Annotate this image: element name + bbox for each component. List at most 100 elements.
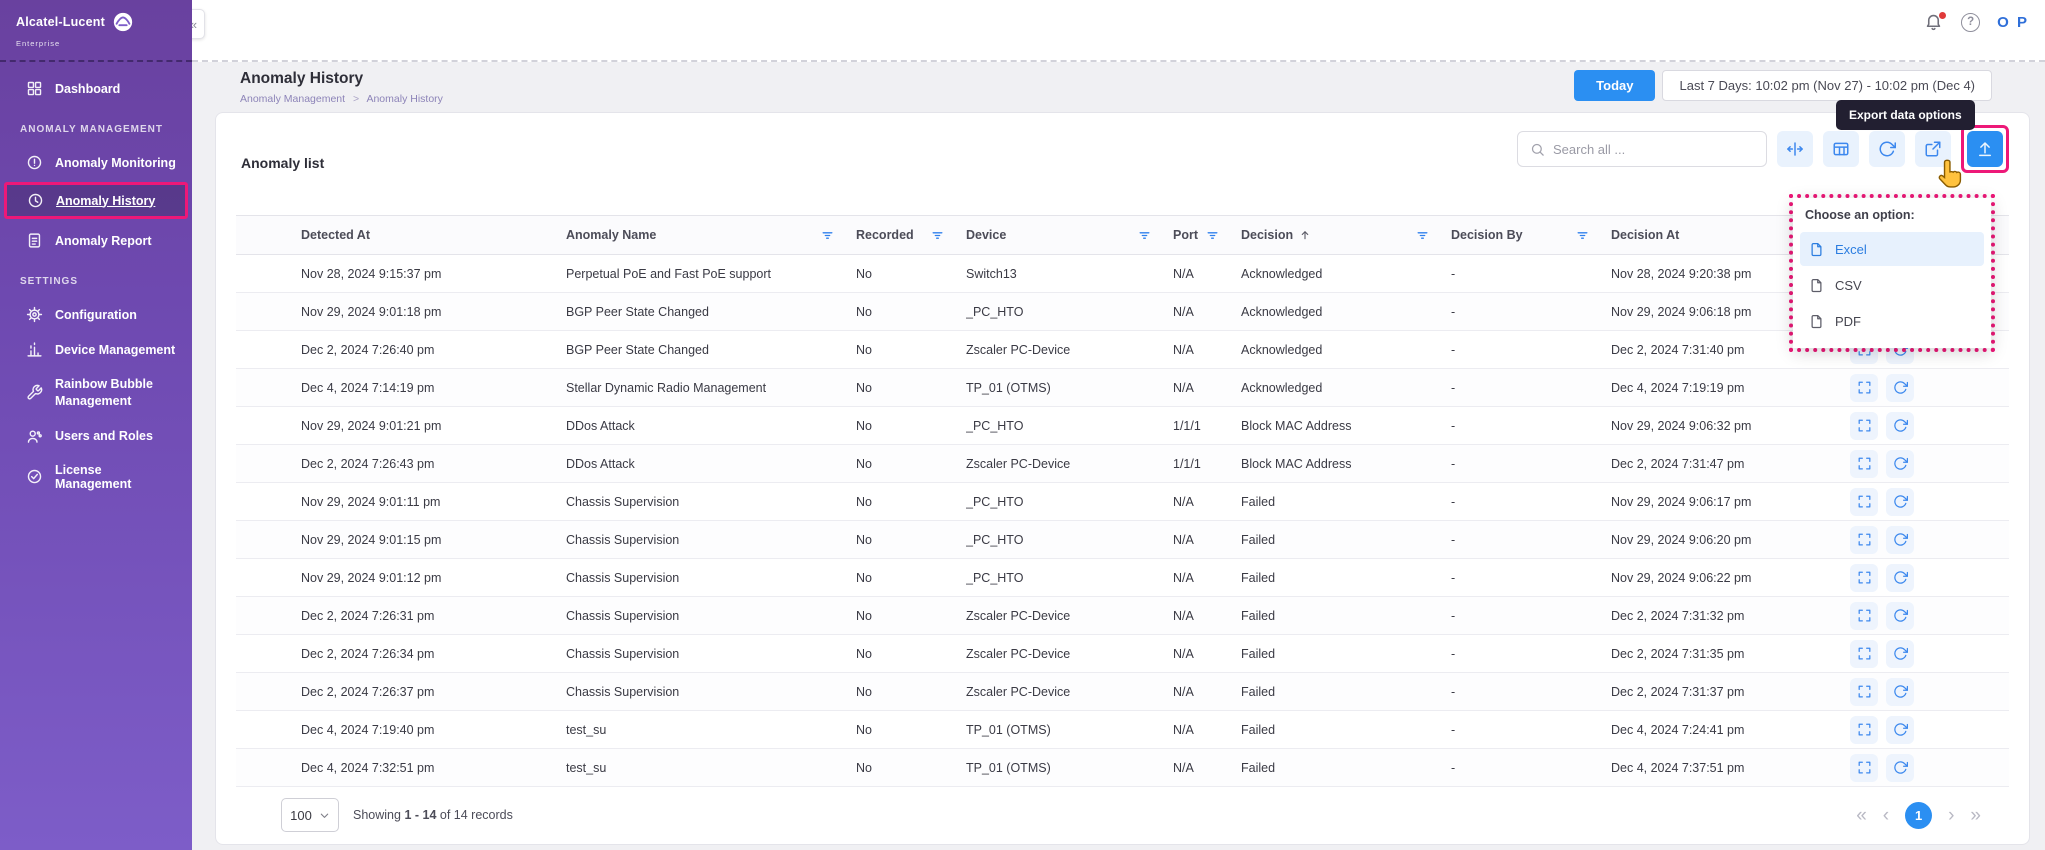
expand-row-button[interactable] [1850, 563, 1878, 592]
cell-device: Zscaler PC-Device [966, 456, 1071, 471]
filter-icon[interactable] [1138, 229, 1151, 242]
expand-row-button[interactable] [1850, 525, 1878, 554]
sidebar-item-users-and-roles[interactable]: Users and Roles [6, 421, 186, 452]
today-button[interactable]: Today [1574, 70, 1656, 101]
column-header-port[interactable]: Port [1173, 228, 1241, 242]
fit-columns-button[interactable] [1777, 131, 1813, 167]
current-page-button[interactable]: 1 [1905, 801, 1933, 829]
expand-row-button[interactable] [1850, 601, 1878, 630]
filter-icon[interactable] [1576, 229, 1589, 242]
replay-row-button[interactable] [1886, 677, 1914, 706]
expand-row-button[interactable] [1850, 715, 1878, 744]
export-option-pdf[interactable]: PDF [1800, 304, 1984, 338]
redo-icon [1893, 570, 1908, 585]
expand-icon [1857, 532, 1872, 547]
sidebar-item-anomaly-history[interactable]: Anomaly History [7, 185, 185, 216]
filter-icon[interactable] [931, 229, 944, 242]
page-size-select[interactable]: 100 [281, 798, 339, 832]
replay-row-button[interactable] [1886, 411, 1914, 440]
expand-row-button[interactable] [1850, 449, 1878, 478]
column-header-decision[interactable]: Decision [1241, 228, 1451, 242]
table-row[interactable]: Nov 29, 2024 9:01:15 pm Chassis Supervisi… [236, 521, 2009, 559]
breadcrumb-parent[interactable]: Anomaly Management [240, 93, 345, 105]
sidebar-item-rainbow-bubble-management[interactable]: Rainbow Bubble Management [6, 369, 186, 417]
search-box [1517, 131, 1767, 167]
export-option-csv[interactable]: CSV [1800, 268, 1984, 302]
expand-row-button[interactable] [1850, 753, 1878, 782]
export-option-excel[interactable]: Excel [1800, 232, 1984, 266]
filter-icon[interactable] [821, 229, 834, 242]
refresh-button[interactable] [1869, 131, 1905, 167]
column-header-recorded[interactable]: Recorded [856, 228, 966, 242]
help-button[interactable]: ? [1961, 12, 1981, 32]
first-page-button[interactable]: « [1856, 806, 1867, 825]
replay-row-button[interactable] [1886, 563, 1914, 592]
cell-device: Zscaler PC-Device [966, 342, 1071, 357]
expand-row-button[interactable] [1850, 487, 1878, 516]
cell-detected-at: Dec 2, 2024 7:26:40 pm [301, 342, 435, 357]
replay-row-button[interactable] [1886, 525, 1914, 554]
table-row[interactable]: Nov 29, 2024 9:01:18 pm BGP Peer State Ch… [236, 293, 2009, 331]
replay-row-button[interactable] [1886, 487, 1914, 516]
cell-decision: Failed [1241, 722, 1276, 737]
sidebar-item-configuration[interactable]: Configuration [6, 299, 186, 330]
notifications-button[interactable] [1924, 12, 1947, 32]
replay-row-button[interactable] [1886, 373, 1914, 402]
expand-row-button[interactable] [1850, 373, 1878, 402]
sidebar-item-anomaly-monitoring[interactable]: Anomaly Monitoring [6, 147, 186, 178]
sidebar-item-dashboard[interactable]: Dashboard [6, 73, 186, 104]
table-row[interactable]: Dec 2, 2024 7:26:31 pm Chassis Supervisio… [236, 597, 2009, 635]
table-row[interactable]: Dec 2, 2024 7:26:40 pm BGP Peer State Cha… [236, 331, 2009, 369]
table-row[interactable]: Dec 4, 2024 7:32:51 pm test_su No TP_01 (OT… [236, 749, 2009, 787]
column-header-detected-at[interactable]: Detected At [301, 228, 566, 242]
expand-icon [1857, 684, 1872, 699]
sidebar-item-device-management[interactable]: Device Management [6, 334, 186, 365]
table-row[interactable]: Dec 2, 2024 7:26:43 pm DDos Attack No Zscal… [236, 445, 2009, 483]
expand-row-button[interactable] [1850, 411, 1878, 440]
table-row[interactable]: Dec 4, 2024 7:19:40 pm test_su No TP_01 (OT… [236, 711, 2009, 749]
replay-row-button[interactable] [1886, 715, 1914, 744]
replay-row-button[interactable] [1886, 601, 1914, 630]
date-range-picker[interactable]: Last 7 Days: 10:02 pm (Nov 27) - 10:02 p… [1662, 70, 1992, 101]
showing-rest: of 14 records [439, 808, 513, 822]
last-page-button[interactable]: » [1970, 806, 1981, 825]
user-menu[interactable]: O P [1997, 14, 2029, 31]
next-page-button[interactable]: › [1948, 806, 1954, 825]
sidebar-item-license-management[interactable]: License Management [6, 456, 186, 498]
table-row[interactable]: Nov 29, 2024 9:01:12 pm Chassis Supervisi… [236, 559, 2009, 597]
column-header-anomaly-name[interactable]: Anomaly Name [566, 228, 856, 242]
sidebar-item-anomaly-report[interactable]: Anomaly Report [6, 225, 186, 256]
redo-icon [1893, 380, 1908, 395]
cell-decision: Failed [1241, 684, 1276, 699]
filter-icon[interactable] [1206, 229, 1219, 242]
replay-row-button[interactable] [1886, 753, 1914, 782]
cell-decision-by: - [1451, 722, 1456, 737]
expand-icon [1857, 760, 1872, 775]
table-row[interactable]: Dec 4, 2024 7:14:19 pm Stellar Dynamic Ra… [236, 369, 2009, 407]
table-row[interactable]: Dec 2, 2024 7:26:37 pm Chassis Supervisio… [236, 673, 2009, 711]
replay-row-button[interactable] [1886, 449, 1914, 478]
table-row[interactable]: Nov 29, 2024 9:01:21 pm DDos Attack No _PC_… [236, 407, 2009, 445]
table-row[interactable]: Dec 2, 2024 7:26:34 pm Chassis Supervisio… [236, 635, 2009, 673]
cell-decision-at: Nov 29, 2024 9:06:20 pm [1611, 532, 1752, 547]
export-button[interactable] [1967, 131, 2003, 167]
search-input[interactable] [1553, 141, 1754, 157]
replay-row-button[interactable] [1886, 639, 1914, 668]
table-row[interactable]: Nov 29, 2024 9:01:11 pm Chassis Supervisi… [236, 483, 2009, 521]
export-option-label: Excel [1835, 241, 1867, 257]
sidebar-item-label: Anomaly Monitoring [55, 155, 176, 170]
filter-icon[interactable] [1416, 229, 1429, 242]
cell-port: N/A [1173, 342, 1194, 357]
column-label: Anomaly Name [566, 228, 657, 242]
prev-page-button[interactable]: ‹ [1883, 806, 1889, 825]
cell-anomaly-name: Stellar Dynamic Radio Management [566, 380, 767, 395]
table-row[interactable]: Nov 28, 2024 9:15:37 pm Perpetual PoE and… [236, 255, 2009, 293]
column-header-device[interactable]: Device [966, 228, 1173, 242]
manage-columns-button[interactable] [1823, 131, 1859, 167]
column-header-decision-by[interactable]: Decision By [1451, 228, 1611, 242]
cell-device: TP_01 (OTMS) [966, 760, 1051, 775]
expand-row-button[interactable] [1850, 639, 1878, 668]
cell-decision: Failed [1241, 494, 1276, 509]
expand-row-button[interactable] [1850, 677, 1878, 706]
sidebar-item-label: Anomaly Report [55, 233, 152, 248]
